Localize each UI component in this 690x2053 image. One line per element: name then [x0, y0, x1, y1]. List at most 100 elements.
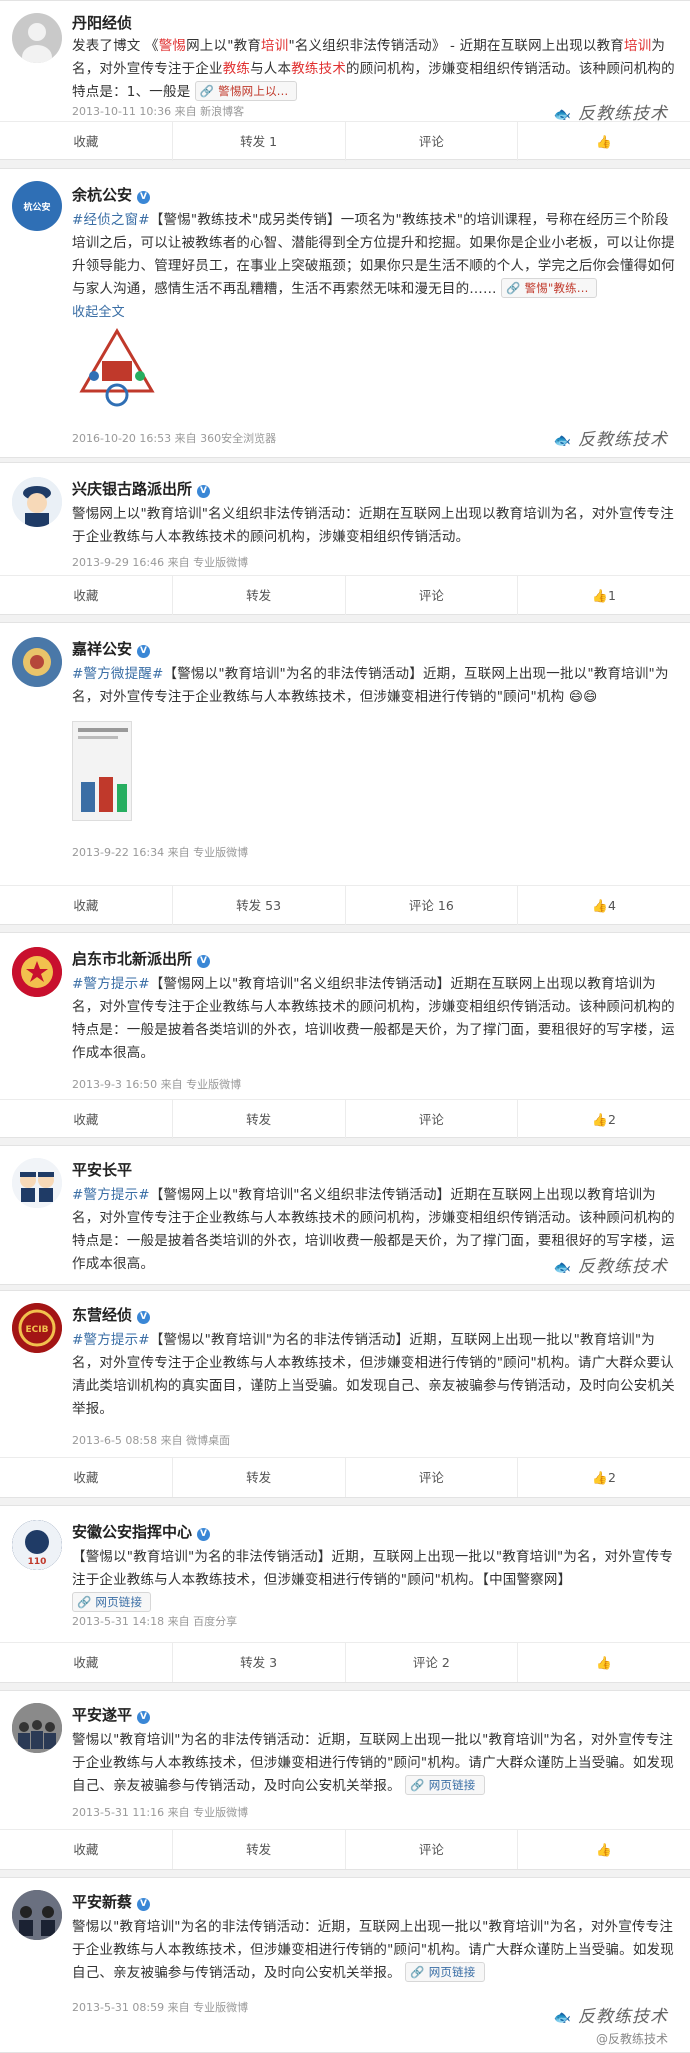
comment-button[interactable]: 评论	[346, 1830, 519, 1869]
post-meta: 2013-5-31 08:59 来自 专业版微博	[72, 2001, 249, 2014]
post-card: 平安遂平 V 警惕以"教育培训"为名的非法传销活动：近期，互联网上出现一批以"教育…	[0, 1690, 690, 1870]
favorite-button[interactable]: 收藏	[0, 1458, 173, 1497]
footer-watermark: @反教练技术	[595, 2032, 668, 2046]
verified-icon: V	[137, 645, 151, 658]
link-chip[interactable]: 🔗 警惕"教练...	[501, 278, 598, 298]
thumbs-up-icon: 👍	[592, 898, 608, 913]
watermark: 🐟 反教练技术	[553, 2007, 668, 2027]
repost-button[interactable]: 转发 53	[173, 886, 346, 925]
favorite-button[interactable]: 收藏	[0, 886, 173, 925]
post-text: 发表了博文 《警惕网上以"教育培训"名义组织非法传销活动》 - 近期在互联网上出…	[72, 38, 675, 101]
post-meta: 2013-6-5 08:58 来自 微博桌面	[72, 1434, 231, 1447]
post-meta: 2013-10-11 10:36 来自 新浪博客	[72, 105, 245, 118]
avatar[interactable]: ECIB	[12, 1303, 62, 1353]
post-card: ECIB 东营经侦 V #警方提示#【警惕以"教育培训"为名的非法传销活动】近期，…	[0, 1290, 690, 1498]
comment-button[interactable]: 评论 16	[346, 886, 519, 925]
author-name[interactable]: 平安遂平 V	[72, 1705, 151, 1725]
avatar[interactable]	[12, 1158, 62, 1208]
avatar[interactable]	[12, 637, 62, 687]
comment-button[interactable]: 评论	[346, 122, 519, 161]
action-bar: 收藏 转发 1 评论 👍	[0, 121, 690, 161]
avatar[interactable]: 110	[12, 1520, 62, 1570]
post-card: 110 安徽公安指挥中心 V 【警惕以"教育培训"为名的非法传销活动】近期，互联网…	[0, 1505, 690, 1683]
like-button[interactable]: 👍	[518, 122, 690, 161]
repost-button[interactable]: 转发	[173, 1830, 346, 1869]
favorite-button[interactable]: 收藏	[0, 122, 173, 161]
author-name[interactable]: 启东市北新派出所 V	[72, 949, 211, 969]
repost-button[interactable]: 转发	[173, 576, 346, 615]
verified-icon: V	[197, 485, 211, 498]
verified-icon: V	[137, 1711, 151, 1724]
web-link-chip[interactable]: 🔗 网页链接	[72, 1592, 152, 1612]
comment-button[interactable]: 评论	[346, 1458, 519, 1497]
post-meta: 2013-5-31 14:18 来自 百度分享	[72, 1615, 238, 1628]
comment-button[interactable]: 评论	[346, 1100, 519, 1139]
post-meta: 2013-9-22 16:34 来自 专业版微博	[72, 846, 249, 859]
author-name[interactable]: 兴庆银古路派出所 V	[72, 479, 211, 499]
collapse-link[interactable]: 收起全文	[72, 305, 125, 320]
avatar[interactable]	[12, 477, 62, 527]
repost-button[interactable]: 转发 1	[173, 122, 346, 161]
post-meta: 2013-9-3 16:50 来自 专业版微博	[72, 1078, 242, 1091]
author-name[interactable]: 平安新蔡 V	[72, 1892, 151, 1912]
fish-icon: 🐟	[553, 433, 572, 449]
like-button[interactable]: 👍	[518, 1830, 690, 1869]
author-name[interactable]: 平安长平	[72, 1160, 132, 1180]
fish-icon: 🐟	[553, 1260, 572, 1276]
author-name[interactable]: 安徽公安指挥中心 V	[72, 1522, 211, 1542]
favorite-button[interactable]: 收藏	[0, 1830, 173, 1869]
post-text: #警方提示#【警惕以"教育培训"为名的非法传销活动】近期，互联网上出现一批以"教…	[72, 1332, 675, 1417]
post-meta: 2016-10-20 16:53 来自 360安全浏览器	[72, 432, 277, 445]
post-card: 杭公安 余杭公安 V #经侦之窗#【警惕"教练技术"成另类传销】一项名为"教练技术…	[0, 168, 690, 458]
post-text: #经侦之窗#【警惕"教练技术"成另类传销】一项名为"教练技术"的培训课程，号称在…	[72, 212, 675, 320]
verified-icon: V	[197, 955, 211, 968]
like-button[interactable]: 👍2	[518, 1100, 690, 1139]
post-meta: 2013-9-29 16:46 来自 专业版微博	[72, 556, 249, 569]
post-card: 平安新蔡 V 警惕以"教育培训"为名的非法传销活动：近期，互联网上出现一批以"教育…	[0, 1877, 690, 2053]
repost-button[interactable]: 转发 3	[173, 1643, 346, 1682]
avatar[interactable]	[12, 1703, 62, 1753]
avatar[interactable]	[12, 947, 62, 997]
post-card: 兴庆银古路派出所 V 警惕网上以"教育培训"名义组织非法传销活动：近期在互联网上出…	[0, 462, 690, 615]
author-name[interactable]: 嘉祥公安 V	[72, 639, 151, 659]
repost-button[interactable]: 转发	[173, 1100, 346, 1139]
svg-text:ECIB: ECIB	[26, 1325, 49, 1335]
web-link-chip[interactable]: 🔗 网页链接	[405, 1962, 485, 1982]
author-name[interactable]: 丹阳经侦	[72, 13, 132, 33]
favorite-button[interactable]: 收藏	[0, 1100, 173, 1139]
verified-icon: V	[197, 1528, 211, 1541]
avatar[interactable]	[12, 1890, 62, 1940]
post-text: 警惕网上以"教育培训"名义组织非法传销活动：近期在互联网上出现以教育培训为名，对…	[72, 506, 674, 545]
author-name[interactable]: 东营经侦 V	[72, 1305, 151, 1325]
post-meta: 2013-5-31 11:16 来自 专业版微博	[72, 1806, 249, 1819]
action-bar: 收藏 转发 评论 👍1	[0, 575, 690, 615]
avatar[interactable]	[12, 13, 62, 63]
action-bar: 收藏 转发 评论 👍2	[0, 1457, 690, 1497]
emoji-icon: 😄😄	[568, 689, 598, 705]
post-image[interactable]	[72, 721, 132, 821]
post-image[interactable]	[72, 321, 162, 411]
post-text: 警惕以"教育培训"为名的非法传销活动：近期，互联网上出现一批以"教育培训"为名，…	[72, 1732, 674, 1795]
author-name[interactable]: 余杭公安 V	[72, 185, 151, 205]
action-bar: 收藏 转发 评论 👍2	[0, 1099, 690, 1139]
thumbs-up-icon: 👍	[592, 1112, 608, 1127]
thumbs-up-icon: 👍	[596, 134, 612, 149]
favorite-button[interactable]: 收藏	[0, 1643, 173, 1682]
like-button[interactable]: 👍1	[518, 576, 690, 615]
thumbs-up-icon: 👍	[596, 1842, 612, 1857]
watermark: 🐟 反教练技术	[553, 430, 668, 450]
like-button[interactable]: 👍2	[518, 1458, 690, 1497]
web-link-chip[interactable]: 🔗 网页链接	[405, 1775, 485, 1795]
repost-button[interactable]: 转发	[173, 1458, 346, 1497]
like-button[interactable]: 👍	[518, 1643, 690, 1682]
thumbs-up-icon: 👍	[592, 1470, 608, 1485]
comment-button[interactable]: 评论	[346, 576, 519, 615]
avatar[interactable]: 杭公安	[12, 181, 62, 231]
like-button[interactable]: 👍4	[518, 886, 690, 925]
link-chip[interactable]: 🔗 警惕网上以...	[194, 81, 298, 101]
favorite-button[interactable]: 收藏	[0, 576, 173, 615]
post-text: 【警惕以"教育培训"为名的非法传销活动】近期，互联网上出现一批以"教育培训"为名…	[72, 1546, 678, 1615]
thumbs-up-icon: 👍	[596, 1655, 612, 1670]
comment-button[interactable]: 评论 2	[346, 1643, 519, 1682]
verified-icon: V	[137, 191, 151, 204]
